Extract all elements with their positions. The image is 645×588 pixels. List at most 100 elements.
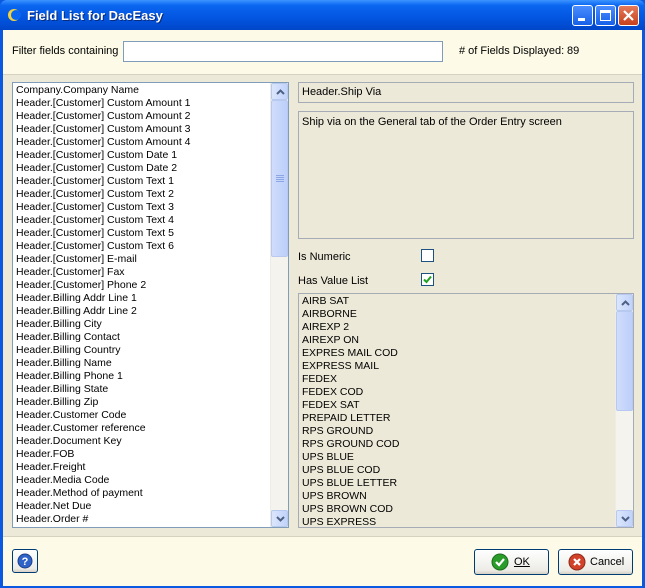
field-list-item[interactable]: Header.Billing Addr Line 1 [15,292,270,305]
chevron-up-icon [276,89,285,95]
field-list-item[interactable]: Company.Company Name [15,84,270,97]
field-list-item[interactable]: Header.Billing Name [15,357,270,370]
value-scroll-down-button[interactable] [616,510,633,527]
field-list-items: Company.Company Name Header.[Customer] Cu… [15,84,270,526]
field-list-item[interactable]: Header.Freight [15,461,270,474]
value-list-item[interactable]: FEDEX COD [301,386,615,399]
cancel-button[interactable]: Cancel [558,549,633,575]
svg-text:?: ? [22,556,29,568]
field-list-item[interactable]: Header.[Customer] Custom Date 2 [15,162,270,175]
value-list-item[interactable]: PREPAID LETTER [301,412,615,425]
field-list-scrollbar[interactable] [270,83,288,527]
filter-input[interactable] [123,41,443,62]
field-list-item[interactable]: Header.[Customer] Custom Text 2 [15,188,270,201]
value-list-item[interactable]: UPS BROWN COD [301,503,615,516]
field-list-item[interactable]: Header.Media Code [15,474,270,487]
minimize-icon [578,18,585,21]
value-list-item[interactable]: UPS BROWN [301,490,615,503]
field-list-item[interactable]: Header.[Customer] Custom Text 5 [15,227,270,240]
dialog-footer: ? OK Cancel [3,536,642,586]
field-list-item[interactable]: Header.Billing Contact [15,331,270,344]
close-icon [623,10,634,21]
field-list-item[interactable]: Header.[Customer] Custom Text 3 [15,201,270,214]
field-list-item[interactable]: Header.[Customer] E-mail [15,253,270,266]
filter-label: Filter fields containing [12,45,119,57]
maximize-icon [600,10,611,21]
checkmark-icon [423,275,432,284]
value-list-item[interactable]: EXPRES MAIL COD [301,347,615,360]
field-list-item[interactable]: Header.[Customer] Custom Amount 4 [15,136,270,149]
has-value-list-checkbox[interactable] [421,273,434,286]
checkmark-icon [491,553,509,571]
scroll-thumb[interactable] [271,100,288,257]
field-list-item[interactable]: Header.Customer reference [15,422,270,435]
dialog-window: Field List for DacEasy Filter fields con… [0,0,645,588]
field-list-item[interactable]: Header.Document Key [15,435,270,448]
field-list-item[interactable]: Header.[Customer] Custom Text 6 [15,240,270,253]
window-title: Field List for DacEasy [27,8,163,23]
value-list-item[interactable]: AIRB SAT [301,295,615,308]
field-list-item[interactable]: Header.Billing Zip [15,396,270,409]
field-description-box: Ship via on the General tab of the Order… [298,111,634,239]
close-button[interactable] [618,5,639,26]
maximize-button[interactable] [595,5,616,26]
chevron-down-icon [621,516,630,522]
field-list-item[interactable]: Header.Method of payment [15,487,270,500]
field-list-item[interactable]: Header.Net Due [15,500,270,513]
title-bar[interactable]: Field List for DacEasy [0,0,645,30]
is-numeric-checkbox[interactable] [421,249,434,262]
value-scroll-up-button[interactable] [616,294,633,311]
scroll-down-button[interactable] [271,510,288,527]
field-list-item[interactable]: Header.Billing Country [15,344,270,357]
cancel-label: Cancel [590,556,625,568]
field-list-item[interactable]: Header.Customer Code [15,409,270,422]
value-scroll-thumb[interactable] [616,311,633,411]
filter-bar: Filter fields containing # of Fields Dis… [3,30,642,75]
value-list-item[interactable]: FEDEX SAT [301,399,615,412]
field-list-item[interactable]: Header.Order # [15,513,270,526]
value-list-item[interactable]: UPS BLUE COD [301,464,615,477]
help-button[interactable]: ? [12,549,38,573]
value-list-item[interactable]: EXPRESS MAIL [301,360,615,373]
field-list-item[interactable]: Header.[Customer] Fax [15,266,270,279]
has-value-list-label: Has Value List [298,275,369,287]
value-list-item[interactable]: RPS GROUND COD [301,438,615,451]
chevron-down-icon [276,516,285,522]
field-count-value: 89 [567,45,580,57]
value-list-items: AIRB SAT AIRBORNE AIREXP 2 AIREXP ON EXPRES … [301,295,615,527]
value-list-item[interactable]: FEDEX [301,373,615,386]
value-list[interactable]: AIRB SAT AIRBORNE AIREXP 2 AIREXP ON EXPRES … [298,293,634,528]
field-list-item[interactable]: Header.[Customer] Custom Amount 3 [15,123,270,136]
selected-field-text: Header.Ship Via [302,86,382,98]
field-description: Ship via on the General tab of the Order… [302,116,562,128]
field-list-item[interactable]: Header.Billing Phone 1 [15,370,270,383]
chevron-up-icon [621,300,630,306]
field-list-item[interactable]: Header.[Customer] Custom Amount 2 [15,110,270,123]
cancel-icon [568,553,586,571]
value-list-item[interactable]: AIREXP 2 [301,321,615,334]
selected-field-name: Header.Ship Via [298,82,634,103]
value-list-item[interactable]: AIREXP ON [301,334,615,347]
value-list-scrollbar[interactable] [615,294,633,527]
ok-button[interactable]: OK [474,549,549,575]
value-list-item[interactable]: UPS BLUE [301,451,615,464]
field-list-item[interactable]: Header.Billing Addr Line 2 [15,305,270,318]
value-list-item[interactable]: UPS EXPRESS [301,516,615,527]
is-numeric-label: Is Numeric [298,251,351,263]
field-list-item[interactable]: Header.[Customer] Custom Amount 1 [15,97,270,110]
field-list-item[interactable]: Header.FOB [15,448,270,461]
value-list-item[interactable]: RPS GROUND [301,425,615,438]
field-list-item[interactable]: Header.Billing City [15,318,270,331]
field-list-item[interactable]: Header.[Customer] Phone 2 [15,279,270,292]
field-list-item[interactable]: Header.[Customer] Custom Date 1 [15,149,270,162]
field-list-item[interactable]: Header.[Customer] Custom Text 4 [15,214,270,227]
scroll-up-button[interactable] [271,83,288,100]
value-list-item[interactable]: UPS BLUE LETTER [301,477,615,490]
minimize-button[interactable] [572,5,593,26]
help-icon: ? [17,553,33,569]
field-list-item[interactable]: Header.[Customer] Custom Text 1 [15,175,270,188]
value-list-item[interactable]: AIRBORNE [301,308,615,321]
field-list[interactable]: Company.Company Name Header.[Customer] Cu… [12,82,289,528]
field-list-item[interactable]: Header.Billing State [15,383,270,396]
ok-label: OK [514,556,530,568]
